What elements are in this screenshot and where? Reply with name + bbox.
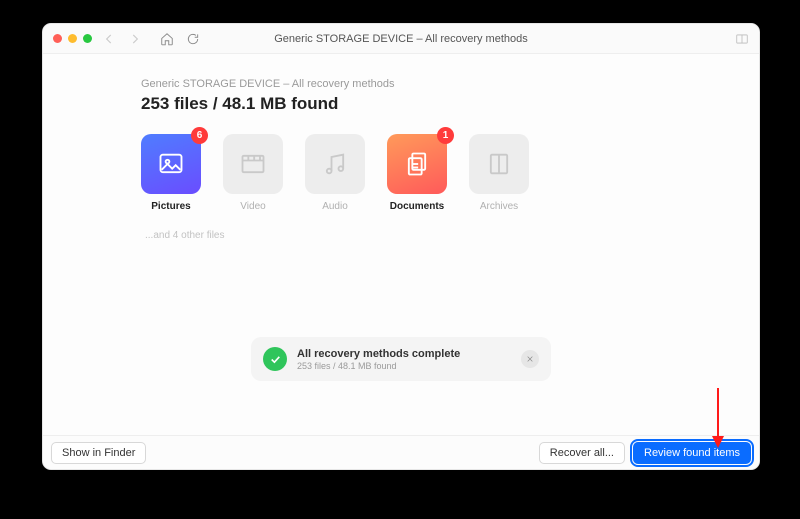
forward-button[interactable] [126,30,144,48]
close-window-button[interactable] [53,34,62,43]
columns-icon [735,32,749,46]
rescan-icon [186,32,200,46]
footer-bar: Show in Finder Recover all... Review fou… [43,435,759,469]
window-controls [53,34,92,43]
breadcrumb: Generic STORAGE DEVICE – All recovery me… [141,78,661,90]
archive-icon [485,150,513,178]
tile-pictures[interactable]: 6 Pictures [141,134,201,212]
app-window: Generic STORAGE DEVICE – All recovery me… [42,23,760,470]
recover-all-button[interactable]: Recover all... [539,442,625,464]
tile-documents[interactable]: 1 Documents [387,134,447,212]
check-icon [263,347,287,371]
image-icon [157,150,185,178]
other-files-note: ...and 4 other files [145,230,661,241]
status-subtitle: 253 files / 48.1 MB found [297,361,460,371]
window-title: Generic STORAGE DEVICE – All recovery me… [43,33,759,45]
status-title: All recovery methods complete [297,348,460,360]
home-icon [160,32,174,46]
tile-archives[interactable]: Archives [469,134,529,212]
results-headline: 253 files / 48.1 MB found [141,94,661,114]
back-button[interactable] [100,30,118,48]
close-icon [526,355,534,363]
chevron-right-icon [128,32,142,46]
rescan-button[interactable] [184,30,202,48]
dismiss-status-button[interactable] [521,350,539,368]
minimize-window-button[interactable] [68,34,77,43]
show-in-finder-button[interactable]: Show in Finder [51,442,146,464]
video-icon [239,150,267,178]
pictures-badge: 6 [191,127,208,144]
archives-label: Archives [469,201,529,212]
documents-icon [403,150,431,178]
content-area: Generic STORAGE DEVICE – All recovery me… [43,54,759,435]
audio-icon [321,150,349,178]
chevron-left-icon [102,32,116,46]
status-banner: All recovery methods complete 253 files … [251,337,551,381]
home-button[interactable] [158,30,176,48]
titlebar: Generic STORAGE DEVICE – All recovery me… [43,24,759,54]
documents-label: Documents [387,201,447,212]
audio-label: Audio [305,201,365,212]
video-label: Video [223,201,283,212]
documents-badge: 1 [437,127,454,144]
review-found-items-button[interactable]: Review found items [633,442,751,464]
view-toggle-button[interactable] [735,32,749,46]
tile-video[interactable]: Video [223,134,283,212]
pictures-label: Pictures [141,201,201,212]
tile-audio[interactable]: Audio [305,134,365,212]
zoom-window-button[interactable] [83,34,92,43]
category-tiles: 6 Pictures Video Audio [141,134,661,212]
